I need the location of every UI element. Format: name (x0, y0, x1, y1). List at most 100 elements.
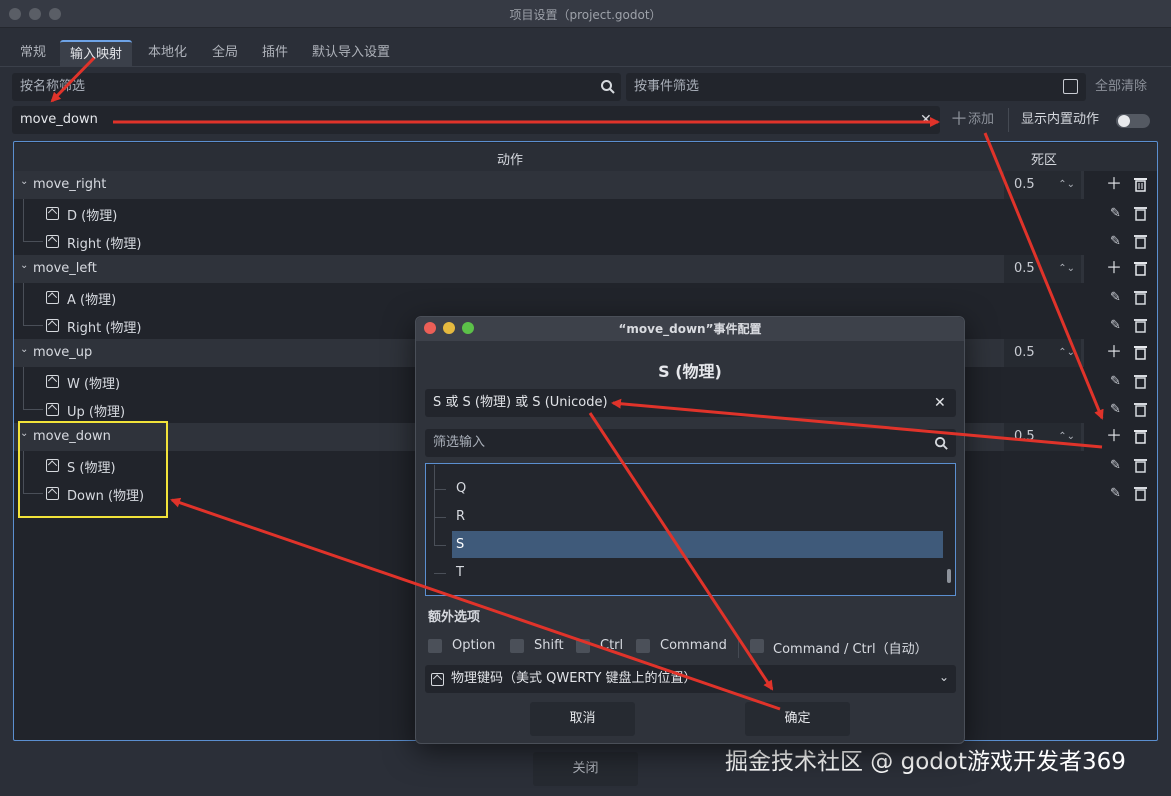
edit-pencil-icon[interactable]: ✎ (1110, 458, 1121, 473)
tab-globals[interactable]: 全局 (202, 40, 248, 66)
command-ctrl-auto-checkbox[interactable] (750, 639, 764, 653)
clear-text-icon[interactable]: ✕ (920, 113, 934, 127)
tab-import-defaults[interactable]: 默认导入设置 (302, 40, 400, 66)
tab-general[interactable]: 常规 (10, 40, 56, 66)
scrollbar[interactable] (947, 569, 951, 583)
ok-button[interactable]: 确定 (745, 702, 850, 736)
list-item-selected[interactable] (452, 531, 943, 558)
trash-icon[interactable] (1133, 318, 1148, 337)
trash-icon[interactable] (1133, 429, 1148, 448)
event-listen-icon[interactable] (1063, 79, 1078, 94)
trash-icon[interactable] (1133, 486, 1148, 505)
chevron-down-icon: ⌄ (939, 670, 950, 684)
list-item[interactable]: Q (456, 481, 466, 496)
ctrl-checkbox[interactable] (576, 639, 590, 653)
tree-line (23, 367, 24, 410)
search-icon (600, 79, 616, 95)
tree-line (434, 489, 446, 490)
tab-input-map[interactable]: 输入映射 (60, 40, 133, 66)
action-name: move_left (33, 261, 97, 276)
add-event-button[interactable]: ＋ (1104, 426, 1124, 446)
new-action-name-input[interactable]: move_down (12, 106, 940, 134)
deadzone-spinbox[interactable]: 0.5 ⌃⌄ (1004, 255, 1081, 283)
trash-icon[interactable] (1133, 458, 1148, 477)
tab-divider (0, 66, 1171, 67)
list-item[interactable]: S (456, 537, 464, 552)
edit-pencil-icon[interactable]: ✎ (1110, 206, 1121, 221)
edit-pencil-icon[interactable]: ✎ (1110, 486, 1121, 501)
tree-line (23, 241, 43, 242)
filter-by-name-input[interactable]: 按名称筛选 (12, 73, 621, 101)
deadzone-spinbox[interactable]: 0.5 ⌃⌄ (1004, 339, 1081, 367)
event-label[interactable]: Up (物理) (67, 401, 125, 420)
trash-icon[interactable] (1133, 234, 1148, 253)
key-list[interactable] (425, 463, 956, 596)
shift-checkbox[interactable] (510, 639, 524, 653)
list-item[interactable]: R (456, 509, 465, 524)
edit-pencil-icon[interactable]: ✎ (1110, 374, 1121, 389)
show-builtin-toggle[interactable] (1116, 114, 1150, 128)
action-row[interactable] (14, 255, 1084, 283)
trash-icon[interactable] (1133, 177, 1148, 196)
event-field[interactable]: S 或 S (物理) 或 S (Unicode) (425, 389, 956, 417)
tree-line (23, 283, 24, 326)
edit-pencil-icon[interactable]: ✎ (1110, 318, 1121, 333)
edit-pencil-icon[interactable]: ✎ (1110, 234, 1121, 249)
add-event-button[interactable]: ＋ (1104, 342, 1124, 362)
trash-icon[interactable] (1133, 345, 1148, 364)
dialog-title: “move_down”事件配置 (618, 322, 762, 336)
tab-localization[interactable]: 本地化 (138, 40, 197, 66)
key-icon (46, 234, 59, 249)
trash-icon[interactable] (1133, 402, 1148, 421)
filter-by-event-input[interactable]: 按事件筛选 (626, 73, 1086, 101)
action-row[interactable] (14, 171, 1084, 199)
search-icon (934, 436, 950, 452)
window-title: 项目设置（project.godot） (509, 8, 662, 22)
clear-all-button[interactable]: 全部清除 (1095, 73, 1147, 101)
trash-icon[interactable] (1133, 261, 1148, 280)
tab-plugins[interactable]: 插件 (252, 40, 298, 66)
key-icon (46, 318, 59, 333)
event-label[interactable]: Right (物理) (67, 317, 142, 336)
option-checkbox[interactable] (428, 639, 442, 653)
watermark: 掘金技术社区 @ godot游戏开发者369 (725, 749, 1126, 775)
event-label[interactable]: A (物理) (67, 289, 116, 308)
edit-pencil-icon[interactable]: ✎ (1110, 402, 1121, 417)
shift-label: Shift (534, 638, 564, 653)
chevron-down-icon[interactable]: ⌄ (20, 344, 28, 355)
chevron-down-icon[interactable]: ⌄ (20, 176, 28, 187)
show-builtin-label: 显示内置动作 (1021, 112, 1100, 127)
deadzone-spinbox[interactable]: 0.5 ⌃⌄ (1004, 171, 1081, 199)
separator (1008, 108, 1009, 132)
add-event-button[interactable]: ＋ (1104, 174, 1124, 194)
edit-pencil-icon[interactable]: ✎ (1110, 290, 1121, 305)
keycode-select[interactable]: 物理键码（美式 QWERTY 键盘上的位置） (425, 665, 956, 693)
command-checkbox[interactable] (636, 639, 650, 653)
list-item[interactable]: T (456, 565, 464, 580)
tree-line (23, 325, 43, 326)
add-event-button[interactable]: ＋ (1104, 258, 1124, 278)
key-icon (46, 206, 59, 221)
plus-icon: ＋ (950, 109, 968, 130)
add-action-button[interactable]: ＋添加 (950, 106, 994, 134)
clear-event-icon[interactable]: ✕ (934, 395, 946, 411)
trash-icon[interactable] (1133, 206, 1148, 225)
event-label[interactable]: D (物理) (67, 205, 117, 224)
filter-input-field[interactable]: 筛选输入 (425, 429, 956, 457)
extra-options-label: 额外选项 (428, 610, 481, 625)
table-header (14, 143, 1157, 171)
tree-line (23, 199, 24, 242)
key-icon (431, 672, 444, 687)
tree-line (434, 545, 446, 546)
trash-icon[interactable] (1133, 374, 1148, 393)
event-label[interactable]: W (物理) (67, 373, 120, 392)
event-label[interactable]: Right (物理) (67, 233, 142, 252)
option-label: Option (452, 638, 496, 653)
column-deadzone-header: 死区 (1031, 153, 1058, 168)
chevron-down-icon[interactable]: ⌄ (20, 260, 28, 271)
cancel-button[interactable]: 取消 (530, 702, 635, 736)
trash-icon[interactable] (1133, 290, 1148, 309)
deadzone-spinbox[interactable]: 0.5 ⌃⌄ (1004, 423, 1081, 451)
close-button[interactable]: 关闭 (533, 752, 638, 786)
tree-line (434, 517, 446, 518)
